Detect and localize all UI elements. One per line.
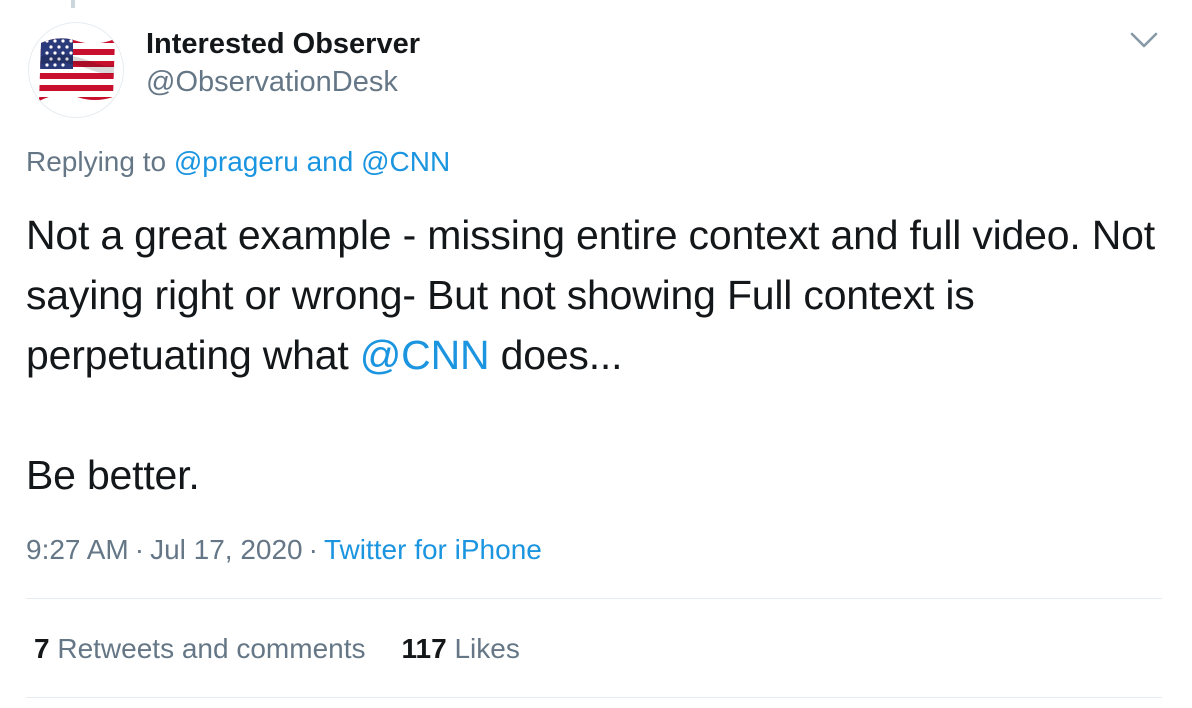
tweet-paragraph-1: Not a great example - missing entire con… — [26, 205, 1156, 385]
tweet-source[interactable]: Twitter for iPhone — [324, 534, 542, 565]
replying-to: Replying to @prageru and @CNN — [26, 145, 450, 179]
likes-count: 117 — [401, 633, 447, 664]
tweet-stats: 7 Retweets and comments 117 Likes — [34, 632, 520, 666]
divider-top — [26, 598, 1162, 599]
user-handle[interactable]: @ObservationDesk — [146, 64, 398, 100]
tweet-card: Interested Observer @ObservationDesk Rep… — [0, 0, 1192, 708]
thread-connector — [71, 0, 75, 8]
tweet-time[interactable]: 9:27 AM — [26, 534, 129, 565]
tweet-date[interactable]: Jul 17, 2020 — [150, 534, 303, 565]
mention-prageru[interactable]: @prageru — [174, 146, 299, 177]
retweets-count: 7 — [34, 633, 50, 664]
mention-cnn[interactable]: @CNN — [361, 146, 450, 177]
meta-separator-2: · — [308, 534, 318, 565]
tweet-text-part-2: does... — [500, 332, 623, 378]
meta-separator-1: · — [134, 534, 145, 565]
american-flag-icon — [39, 38, 115, 101]
display-name[interactable]: Interested Observer — [146, 26, 420, 62]
chevron-down-icon[interactable] — [1128, 26, 1160, 54]
retweets-stat[interactable]: 7 Retweets and comments — [34, 633, 366, 664]
likes-stat[interactable]: 117 Likes — [402, 633, 520, 664]
retweets-label: Retweets and comments — [57, 633, 366, 664]
replying-to-joiner: and — [306, 146, 354, 177]
tweet-mention-cnn[interactable]: @CNN — [360, 332, 490, 378]
avatar[interactable] — [28, 22, 124, 118]
likes-label: Likes — [454, 633, 520, 664]
replying-to-label: Replying to — [26, 146, 167, 177]
tweet-meta: 9:27 AM · Jul 17, 2020 · Twitter for iPhone — [26, 533, 542, 567]
divider-bottom — [26, 697, 1162, 698]
tweet-text: Not a great example - missing entire con… — [26, 205, 1156, 505]
tweet-paragraph-2: Be better. — [26, 452, 200, 498]
